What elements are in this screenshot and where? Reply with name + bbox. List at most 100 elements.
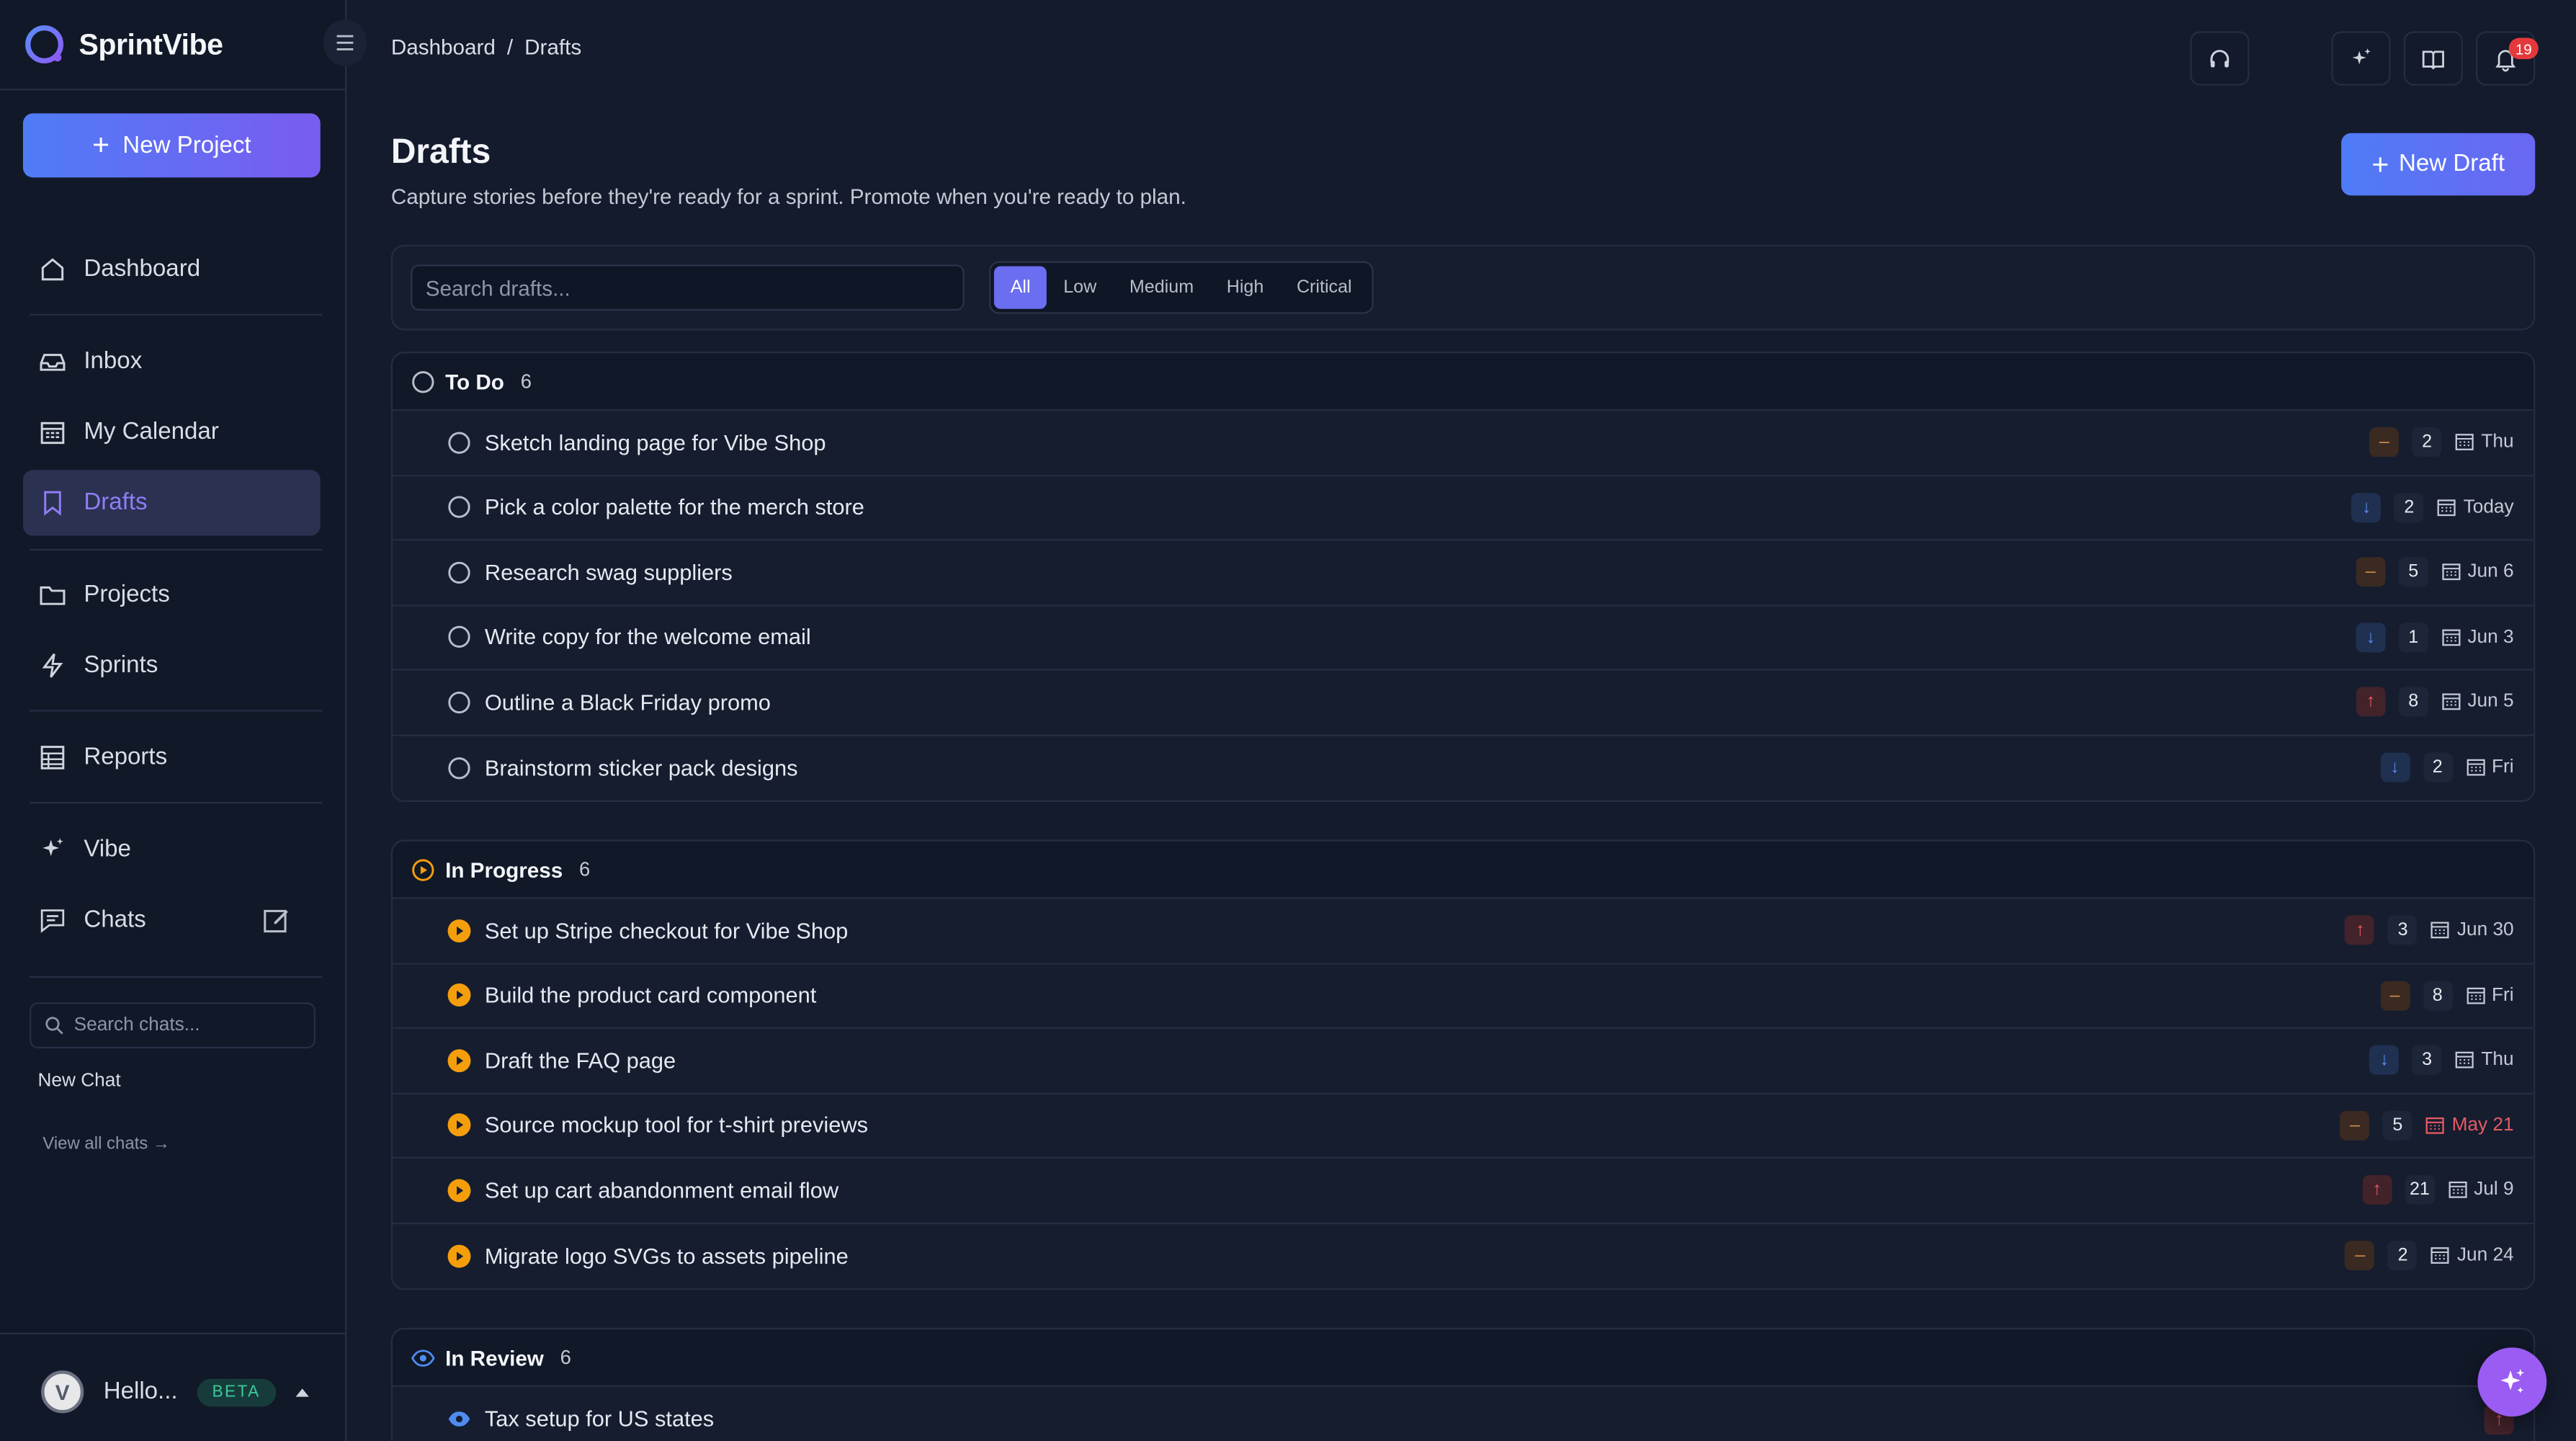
draft-row[interactable]: Build the product card component – 8 Fri xyxy=(393,964,2533,1029)
folder-icon xyxy=(40,586,66,605)
docs-button[interactable] xyxy=(2403,31,2463,86)
table-icon xyxy=(40,746,65,769)
new-draft-button[interactable]: + New Draft xyxy=(2341,133,2536,196)
draft-title: Research swag suppliers xyxy=(484,560,733,585)
beta-badge: BETA xyxy=(197,1378,276,1406)
draft-row[interactable]: Source mockup tool for t-shirt previews … xyxy=(393,1094,2533,1159)
due-date-label: May 21 xyxy=(2451,1115,2514,1136)
sidebar-item-projects[interactable]: Projects xyxy=(23,562,321,628)
priority-filter-low[interactable]: Low xyxy=(1047,266,1113,308)
due-date-label: Fri xyxy=(2492,985,2514,1006)
in-progress-status-icon[interactable] xyxy=(447,1178,471,1203)
search-chats-input[interactable]: Search chats... xyxy=(30,1002,316,1049)
home-icon xyxy=(41,258,64,281)
sidebar-item-my-calendar[interactable]: My Calendar xyxy=(23,399,321,465)
draft-row[interactable]: Set up cart abandonment email flow ↑ 21 … xyxy=(393,1159,2533,1224)
caret-up-icon xyxy=(295,1388,308,1396)
draft-row[interactable]: Research swag suppliers – 5 Jun 6 xyxy=(393,540,2533,606)
user-name: Hello... xyxy=(103,1378,178,1406)
priority-medium-icon: – xyxy=(2369,427,2400,458)
priority-filter-all[interactable]: All xyxy=(993,266,1047,309)
notifications-button[interactable]: 19 xyxy=(2476,31,2539,86)
draft-row[interactable]: Set up Stripe checkout for Vibe Shop ↑ 3… xyxy=(393,899,2533,964)
draft-row[interactable]: Draft the FAQ page ↓ 3 Thu xyxy=(393,1029,2533,1094)
in-progress-status-icon xyxy=(412,858,434,880)
group-header[interactable]: In Review 6 xyxy=(393,1329,2533,1387)
due-date: Jun 5 xyxy=(2441,692,2514,712)
brand[interactable]: SprintVibe xyxy=(23,23,223,66)
sidebar-item-dashboard[interactable]: Dashboard xyxy=(23,236,321,302)
new-chat-edit-icon[interactable] xyxy=(261,906,291,935)
in-progress-status-icon[interactable] xyxy=(447,1244,471,1268)
draft-title: Sketch landing page for Vibe Shop xyxy=(484,429,826,455)
ai-assistant-fab[interactable] xyxy=(2477,1347,2547,1417)
user-menu[interactable]: V Hello... BETA xyxy=(41,1370,321,1414)
draft-title: Set up Stripe checkout for Vibe Shop xyxy=(484,918,849,943)
sidebar-item-label: Dashboard xyxy=(84,256,201,283)
draft-row[interactable]: Brainstorm sticker pack designs ↓ 2 Fri xyxy=(393,736,2533,800)
todo-status-icon[interactable] xyxy=(447,756,471,780)
breadcrumb-dashboard[interactable]: Dashboard xyxy=(391,35,496,59)
calendar-icon xyxy=(2431,1247,2450,1264)
group-header[interactable]: To Do 6 xyxy=(393,353,2533,411)
draft-row[interactable]: Outline a Black Friday promo ↑ 8 Jun 5 xyxy=(393,671,2533,736)
priority-filter-high[interactable]: High xyxy=(1210,266,1280,308)
todo-status-icon[interactable] xyxy=(447,690,471,714)
eye-icon[interactable] xyxy=(447,1407,471,1432)
sidebar-item-drafts[interactable]: Drafts xyxy=(22,470,321,536)
search-drafts-input[interactable] xyxy=(411,264,965,311)
calendar-icon xyxy=(2426,1117,2445,1134)
in-progress-status-icon[interactable] xyxy=(447,983,471,1007)
draft-row[interactable]: Sketch landing page for Vibe Shop – 2 Th… xyxy=(393,411,2533,476)
in-progress-status-icon[interactable] xyxy=(447,918,471,942)
new-project-label: New Project xyxy=(122,132,251,159)
draft-title: Set up cart abandonment email flow xyxy=(484,1177,839,1203)
draft-row[interactable]: Pick a color palette for the merch store… xyxy=(393,476,2533,541)
sidebar-item-sprints[interactable]: Sprints xyxy=(23,633,321,698)
draft-title: Pick a color palette for the merch store xyxy=(484,495,864,520)
priority-high-icon: ↑ xyxy=(2362,1175,2392,1205)
priority-filter-medium[interactable]: Medium xyxy=(1113,266,1210,308)
sidebar-item-chats[interactable]: Chats xyxy=(23,888,321,953)
sidebar-item-vibe[interactable]: Vibe xyxy=(23,817,321,883)
group-title: To Do xyxy=(445,369,504,394)
priority-medium-icon: – xyxy=(2356,557,2386,587)
in-progress-status-icon[interactable] xyxy=(447,1048,471,1073)
group-to-do: To Do 6 Sketch landing page for Vibe Sho… xyxy=(390,352,2536,803)
todo-status-icon[interactable] xyxy=(447,625,471,649)
sidebar-item-reports[interactable]: Reports xyxy=(23,725,321,790)
draft-row[interactable]: Migrate logo SVGs to assets pipeline – 2… xyxy=(393,1223,2533,1288)
collapse-sidebar-button[interactable] xyxy=(323,19,367,66)
todo-status-icon[interactable] xyxy=(447,430,471,455)
story-points: 2 xyxy=(2388,1241,2418,1271)
due-date-label: Jun 6 xyxy=(2467,562,2514,582)
sidebar-item-label: Chats xyxy=(84,907,146,934)
book-icon xyxy=(2422,50,2444,69)
new-chat-link[interactable]: New Chat xyxy=(37,1071,120,1091)
priority-filter-critical[interactable]: Critical xyxy=(1280,266,1368,308)
support-button[interactable] xyxy=(2190,31,2250,86)
calendar-icon xyxy=(2466,759,2485,777)
todo-status-icon[interactable] xyxy=(447,560,471,584)
bookmark-icon xyxy=(44,491,61,516)
todo-status-icon[interactable] xyxy=(447,495,471,519)
calendar-icon xyxy=(40,421,65,445)
new-project-button[interactable]: + New Project xyxy=(22,113,321,178)
headset-icon xyxy=(2210,49,2230,67)
due-date: Thu xyxy=(2455,432,2514,452)
draft-row[interactable]: Tax setup for US states ↑ xyxy=(393,1387,2533,1441)
filter-bar: All Low Medium High Critical xyxy=(390,244,2536,331)
sidebar-item-inbox[interactable]: Inbox xyxy=(23,329,321,394)
ai-assist-button[interactable] xyxy=(2331,31,2391,86)
draft-row[interactable]: Write copy for the welcome email ↓ 1 Jun… xyxy=(393,605,2533,671)
group-count: 6 xyxy=(579,857,591,881)
divider xyxy=(0,1332,345,1335)
due-date-label: Thu xyxy=(2481,432,2514,452)
divider xyxy=(30,802,323,804)
todo-status-icon xyxy=(412,370,434,393)
due-date-label: Jun 24 xyxy=(2456,1246,2514,1266)
in-progress-status-icon[interactable] xyxy=(447,1113,471,1138)
sidebar: SprintVibe + New Project Dashboard Inbox… xyxy=(0,0,367,1441)
group-header[interactable]: In Progress 6 xyxy=(393,841,2533,899)
view-all-chats-link[interactable]: View all chats → xyxy=(43,1134,170,1154)
